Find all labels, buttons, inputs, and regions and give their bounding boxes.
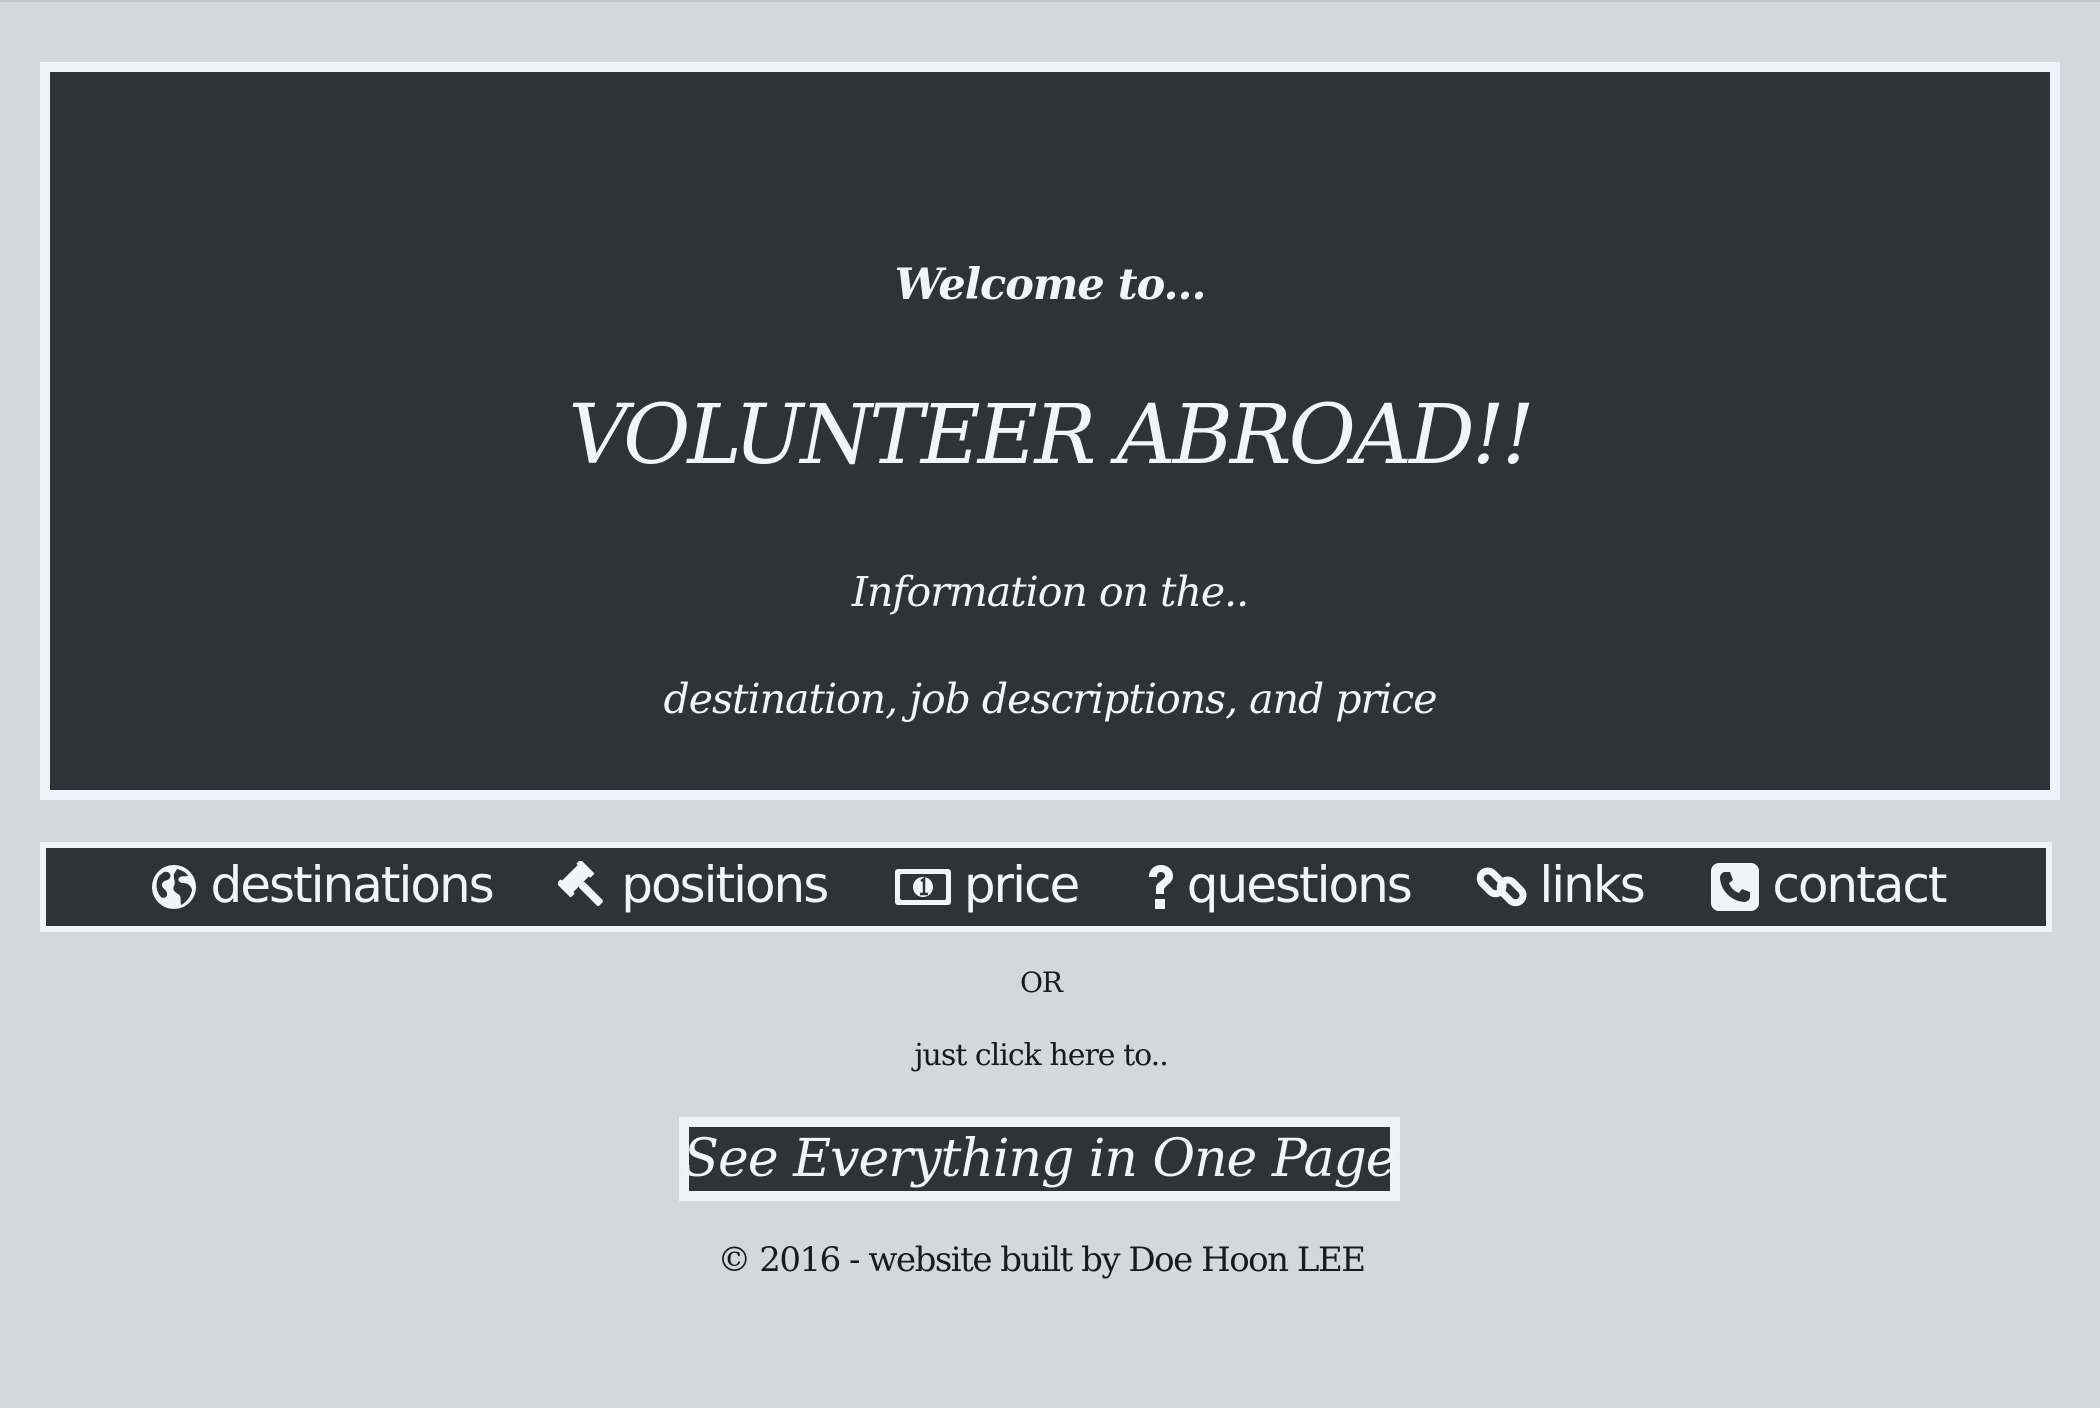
top-rule: [0, 0, 2100, 2]
page-title: VOLUNTEER ABROAD!!: [568, 388, 1534, 483]
globe-icon: [147, 860, 201, 914]
nav-label-contact: contact: [1772, 856, 1947, 914]
gavel-icon: [557, 860, 611, 914]
nav-item-destinations[interactable]: destinations: [147, 856, 495, 914]
footer-copyright: © 2016 - website built by Doe Hoon LEE: [717, 1240, 1366, 1280]
nav-item-contact[interactable]: contact: [1708, 856, 1947, 914]
details-text: destination, job descriptions, and price: [663, 675, 1438, 723]
nav-label-destinations: destinations: [210, 856, 495, 914]
hero-banner: Welcome to... VOLUNTEER ABROAD!! Informa…: [40, 62, 2060, 800]
nav-item-price[interactable]: price: [892, 856, 1080, 914]
info-text: Information on the..: [851, 568, 1249, 616]
nav-label-links: links: [1539, 856, 1645, 914]
link-icon: [1475, 860, 1529, 914]
nav-label-price: price: [963, 856, 1080, 914]
nav-label-questions: questions: [1186, 856, 1413, 914]
or-text: OR: [1019, 966, 1063, 999]
nav-label-positions: positions: [621, 856, 829, 914]
see-everything-button[interactable]: See Everything in One Page: [679, 1117, 1400, 1201]
nav-item-questions[interactable]: questions: [1143, 856, 1413, 914]
click-prompt-text: just click here to..: [914, 1038, 1169, 1073]
phone-icon: [1708, 860, 1762, 914]
see-everything-label: See Everything in One Page: [683, 1129, 1396, 1189]
main-nav: destinations positions price questions l…: [40, 842, 2052, 932]
question-icon: [1143, 860, 1177, 914]
welcome-text: Welcome to...: [894, 260, 1207, 310]
nav-item-positions[interactable]: positions: [557, 856, 829, 914]
money-icon: [892, 860, 954, 914]
nav-item-links[interactable]: links: [1475, 856, 1646, 914]
